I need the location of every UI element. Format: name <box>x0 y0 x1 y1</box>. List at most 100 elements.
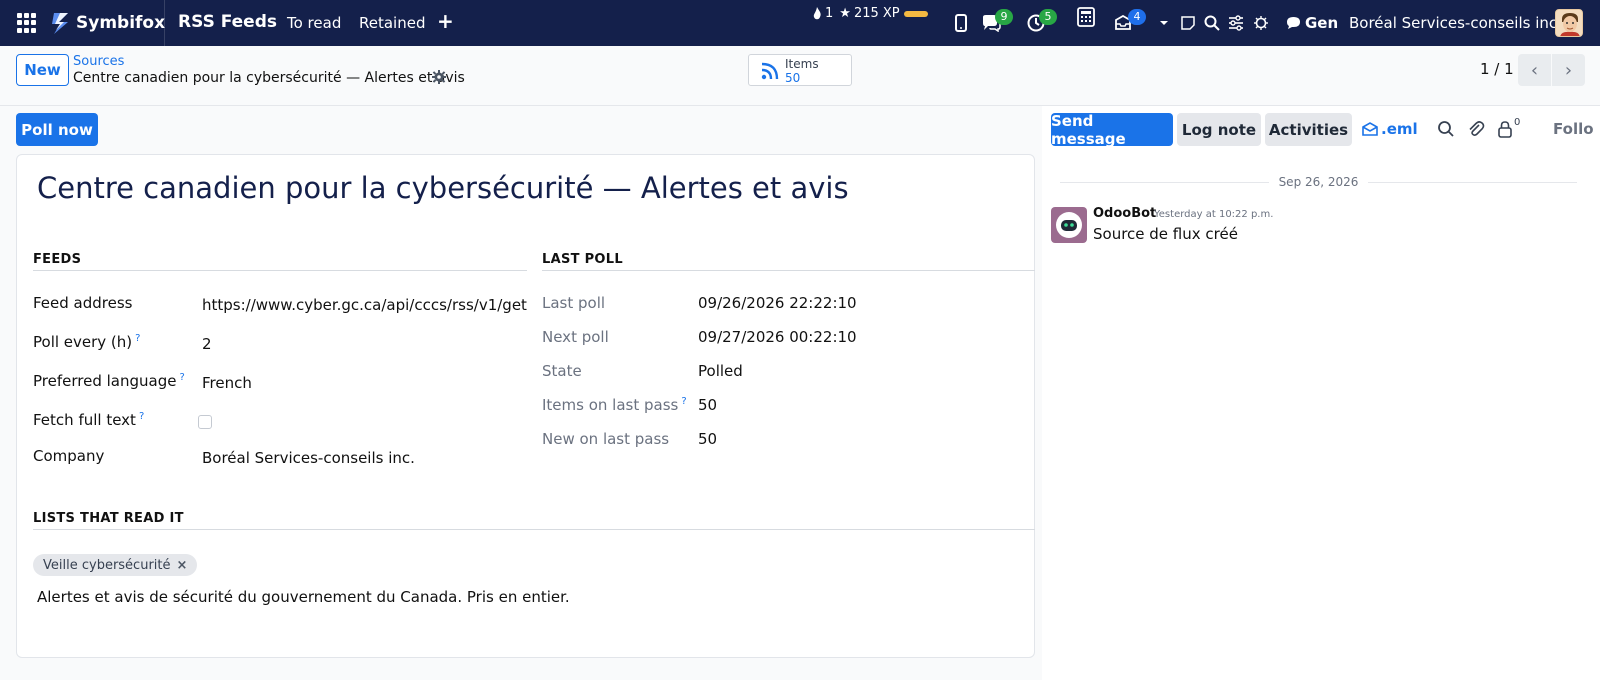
tag-remove-icon[interactable]: × <box>177 558 188 573</box>
new-last-pass-label: New on last pass <box>542 430 670 448</box>
followers-count: 0 <box>1514 117 1521 128</box>
message-body: Source de flux créé <box>1093 225 1238 243</box>
last-poll-label: Last poll <box>542 294 606 312</box>
stat-value: 50 <box>785 71 801 85</box>
eml-label: .eml <box>1381 120 1418 138</box>
brand[interactable]: Symbifox <box>50 9 165 37</box>
company-switcher[interactable]: Boréal Services-conseils inc. <box>1349 14 1562 32</box>
date-separator: Sep 26, 2026 <box>1060 174 1577 190</box>
eml-upload-button[interactable]: .eml <box>1362 120 1418 138</box>
pager-next-button[interactable]: › <box>1552 54 1585 86</box>
filters-icon[interactable] <box>1225 12 1247 34</box>
gear-icon[interactable] <box>431 69 447 85</box>
description-text[interactable]: Alertes et avis de sécurité du gouvernem… <box>37 588 570 606</box>
message-date: Yesterday at 10:22 p.m. <box>1154 209 1274 220</box>
new-button[interactable]: New <box>16 54 69 86</box>
xp-value: 215 XP <box>853 6 900 21</box>
feed-address-field[interactable]: https://www.cyber.gc.ca/api/cccs/rss/v1/… <box>202 296 527 314</box>
odoobot-avatar[interactable] <box>1051 207 1087 243</box>
mobile-icon[interactable] <box>950 12 972 34</box>
state-label: State <box>542 362 582 380</box>
chat-badge: 9 <box>995 9 1013 25</box>
company-field[interactable]: Boréal Services-conseils inc. <box>202 449 415 467</box>
menu-retained[interactable]: Retained <box>359 14 425 32</box>
user-avatar[interactable] <box>1555 9 1583 37</box>
add-menu-icon[interactable]: + <box>437 11 454 31</box>
next-poll-label: Next poll <box>542 328 609 346</box>
send-message-button[interactable]: Send message <box>1051 112 1173 148</box>
xp-progress-bar <box>903 10 928 17</box>
apps-grid-icon[interactable] <box>17 13 37 33</box>
language-help-icon[interactable]: ? <box>179 372 184 383</box>
last-poll-section-title: LAST POLL <box>542 252 623 267</box>
comment-icon <box>1287 17 1300 29</box>
poll-every-field[interactable]: 2 <box>202 335 212 353</box>
fetch-full-text-label: Fetch full text? <box>33 411 145 429</box>
navbar-divider <box>164 0 165 46</box>
breadcrumb-current: Centre canadien pour la cybersécurité — … <box>73 70 465 86</box>
gen-label: Gen <box>1305 14 1339 32</box>
company-label: Company <box>33 447 105 465</box>
app-title[interactable]: RSS Feeds <box>178 12 277 32</box>
paperclip-icon[interactable] <box>1467 120 1485 138</box>
activity-badge: 5 <box>1039 9 1057 25</box>
envelope-open-icon <box>1362 122 1378 136</box>
fetch-full-text-checkbox[interactable] <box>198 415 212 429</box>
last-poll-value: 09/26/2026 22:22:10 <box>698 294 857 312</box>
items-last-help-icon[interactable]: ? <box>681 396 686 407</box>
brand-name: Symbifox <box>76 13 166 33</box>
preferred-language-field[interactable]: French <box>202 374 252 392</box>
rss-icon <box>761 62 779 80</box>
note-icon[interactable] <box>1177 12 1199 34</box>
calculator-icon[interactable] <box>1075 6 1097 28</box>
poll-every-label: Poll every (h)? <box>33 333 141 351</box>
message-author[interactable]: OdooBot <box>1093 206 1156 221</box>
stat-label: Items <box>785 57 819 71</box>
activities-button[interactable]: Activities <box>1265 113 1352 146</box>
menu-to-read[interactable]: To read <box>287 14 341 32</box>
chevron-left-icon: ‹ <box>1530 59 1539 81</box>
preferred-language-label: Preferred language? <box>33 372 185 390</box>
state-value: Polled <box>698 362 743 380</box>
next-poll-value: 09/27/2026 00:22:10 <box>698 328 857 346</box>
lock-icon[interactable] <box>1496 120 1514 138</box>
feed-address-label: Feed address <box>33 294 133 312</box>
brand-logo-icon <box>52 13 68 34</box>
poll-now-button[interactable]: Poll now <box>16 113 98 146</box>
control-panel: New Sources Centre canadien pour la cybe… <box>0 46 1600 106</box>
feeds-section-title: FEEDS <box>33 252 82 267</box>
last-poll-section-divider <box>542 270 1035 271</box>
chevron-right-icon: › <box>1564 59 1573 81</box>
top-navbar: Symbifox RSS Feeds To read Retained + 1 … <box>0 0 1600 46</box>
date-separator-label: Sep 26, 2026 <box>1278 175 1359 189</box>
new-last-pass-value: 50 <box>698 430 718 448</box>
search-icon[interactable] <box>1201 12 1223 34</box>
items-last-pass-value: 50 <box>698 396 718 414</box>
log-note-button[interactable]: Log note <box>1177 113 1261 146</box>
gen-button[interactable]: Gen <box>1286 14 1338 32</box>
chatter-panel <box>1042 106 1600 680</box>
pager-value[interactable]: 1 / 1 <box>1480 60 1514 78</box>
chevron-down-icon[interactable] <box>1157 12 1171 34</box>
pager-previous-button[interactable]: ‹ <box>1518 54 1551 86</box>
streak-count: 1 <box>825 6 834 21</box>
form-sheet: Centre canadien pour la cybersécurité — … <box>16 154 1035 658</box>
follow-button[interactable]: Follo <box>1553 120 1594 138</box>
list-tag[interactable]: Veille cybersécurité × <box>33 554 198 576</box>
lists-section-divider <box>33 529 1035 530</box>
inbox-badge: 4 <box>1128 9 1146 25</box>
fetch-help-icon[interactable]: ? <box>139 411 144 422</box>
chatter-search-icon[interactable] <box>1437 120 1455 138</box>
lists-section-title: LISTS THAT READ IT <box>33 511 184 526</box>
star-icon: ★ <box>839 6 851 21</box>
items-stat-button[interactable]: Items 50 <box>748 54 852 86</box>
record-title[interactable]: Centre canadien pour la cybersécurité — … <box>37 171 849 205</box>
bug-icon[interactable] <box>1250 12 1272 34</box>
flame-icon <box>813 6 821 19</box>
poll-every-help-icon[interactable]: ? <box>135 333 140 344</box>
list-tag-label: Veille cybersécurité <box>43 557 171 573</box>
feeds-section-divider <box>33 270 527 271</box>
xp-indicator[interactable]: 1 ★ 215 XP <box>812 6 928 21</box>
breadcrumb-sources[interactable]: Sources <box>73 54 124 69</box>
items-last-pass-label: Items on last pass? <box>542 396 687 414</box>
